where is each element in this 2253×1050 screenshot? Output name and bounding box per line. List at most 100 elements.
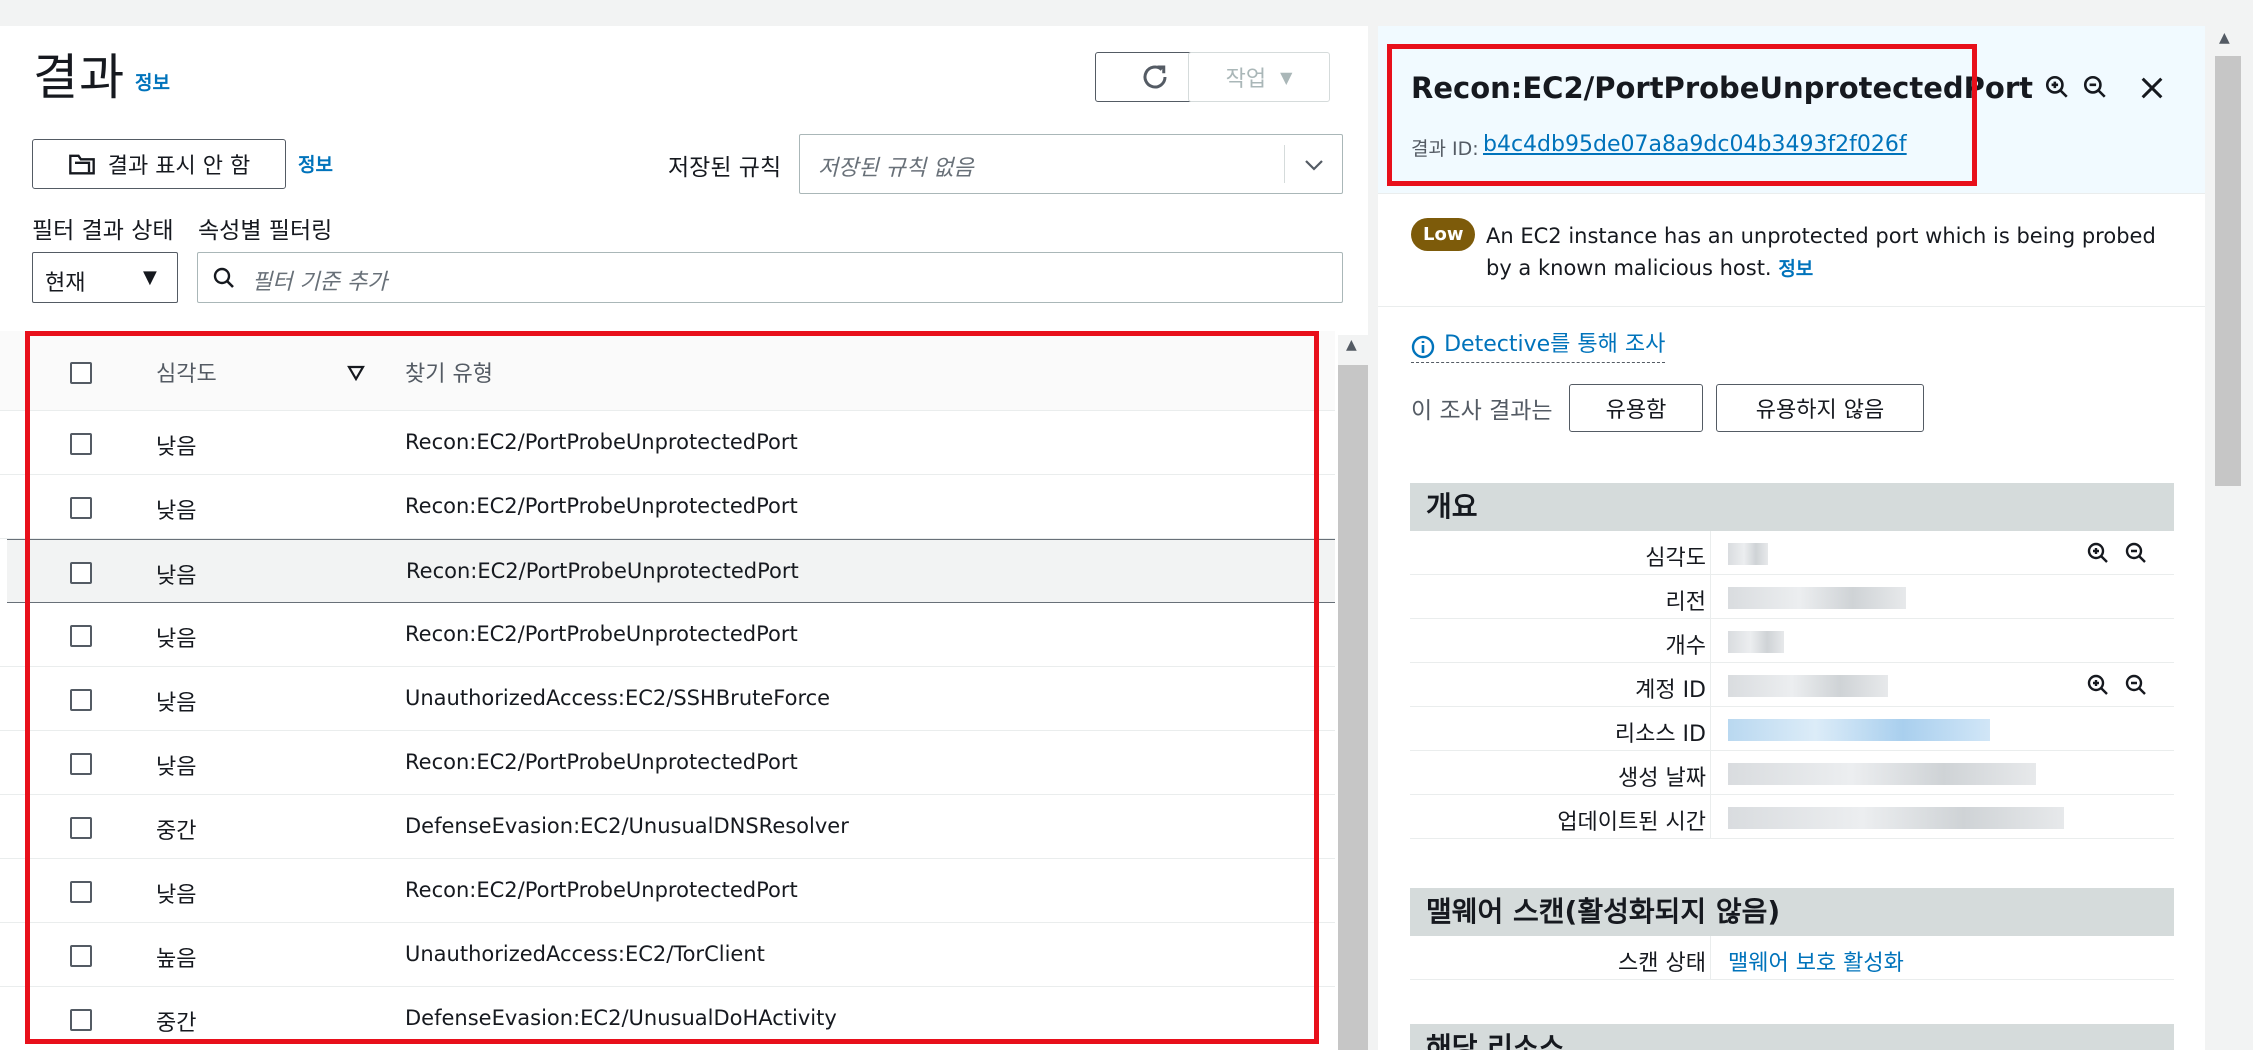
- sort-descending-icon[interactable]: [347, 365, 365, 381]
- field-separator: [1710, 531, 1711, 575]
- finding-type-cell: Recon:EC2/PortProbeUnprotectedPort: [406, 559, 799, 583]
- row-checkbox[interactable]: [70, 1009, 92, 1031]
- severity-cell: 낮음: [156, 691, 197, 716]
- row-checkbox[interactable]: [70, 562, 92, 584]
- table-row[interactable]: 낮음 Recon:EC2/PortProbeUnprotectedPort: [0, 603, 1335, 667]
- row-checkbox[interactable]: [70, 433, 92, 455]
- row-checkbox[interactable]: [70, 753, 92, 775]
- row-checkbox[interactable]: [70, 689, 92, 711]
- table-row[interactable]: 중간 DefenseEvasion:EC2/UnusualDNSResolver: [0, 795, 1335, 859]
- overview-row-updated: 업데이트된 시간: [1410, 795, 2174, 839]
- search-icon: [213, 267, 234, 288]
- row-checkbox[interactable]: [70, 881, 92, 903]
- scrollbar-thumb[interactable]: [1338, 365, 1368, 1050]
- title-info-link[interactable]: 정보: [135, 68, 170, 95]
- field-separator: [1710, 751, 1711, 795]
- scroll-up-icon[interactable]: ▲: [2219, 30, 2230, 46]
- findings-panel: 결과 정보 작업 ▼ 결과 표시 안 함 정보 저장된 규칙 저장된 규칙 없음…: [0, 26, 1368, 1050]
- severity-cell: 낮음: [156, 883, 197, 908]
- useful-label: 유용함: [1605, 398, 1667, 423]
- severity-cell: 중간: [156, 819, 197, 844]
- row-checkbox[interactable]: [70, 817, 92, 839]
- select-all-checkbox[interactable]: [70, 362, 92, 384]
- saved-rules-select[interactable]: 저장된 규칙 없음: [799, 134, 1343, 194]
- suppress-findings-button[interactable]: 결과 표시 안 함: [32, 139, 286, 189]
- redacted-value: [1728, 763, 2036, 785]
- overview-row-account: 계정 ID: [1410, 663, 2174, 707]
- overview-row-region: 리전: [1410, 575, 2174, 619]
- table-scrollbar[interactable]: ▲: [1338, 335, 1368, 1050]
- redacted-value: [1728, 675, 1888, 697]
- finding-type-cell: DefenseEvasion:EC2/UnusualDNSResolver: [405, 814, 849, 838]
- zoom-in-icon[interactable]: [2044, 74, 2070, 100]
- table-row[interactable]: 낮음 Recon:EC2/PortProbeUnprotectedPort: [0, 859, 1335, 923]
- table-row[interactable]: 중간 DefenseEvasion:EC2/UnusualDoHActivity: [0, 987, 1335, 1050]
- not-useful-button[interactable]: 유용하지 않음: [1716, 384, 1924, 432]
- suppress-info-link[interactable]: 정보: [298, 150, 333, 177]
- saved-rules-label: 저장된 규칙: [668, 155, 782, 181]
- row-checkbox[interactable]: [70, 945, 92, 967]
- enable-malware-protection-link[interactable]: 맬웨어 보호 활성화: [1728, 945, 1904, 977]
- scroll-up-icon[interactable]: ▲: [1346, 337, 1357, 353]
- detective-link-label: Detective를 통해 조사: [1444, 332, 1666, 357]
- caret-down-icon: ▼: [1280, 67, 1293, 87]
- field-key: 업데이트된 시간: [1557, 810, 1706, 835]
- field-key: 심각도: [1645, 546, 1706, 571]
- table-row[interactable]: 낮음 Recon:EC2/PortProbeUnprotectedPort: [0, 411, 1335, 475]
- filter-status-label: 필터 결과 상태: [32, 218, 174, 244]
- zoom-in-icon[interactable]: [2086, 673, 2110, 697]
- finding-type-cell: Recon:EC2/PortProbeUnprotectedPort: [405, 494, 798, 518]
- actions-dropdown[interactable]: 작업 ▼: [1188, 52, 1330, 102]
- field-key: 리소스 ID: [1614, 722, 1706, 747]
- finding-type-cell: UnauthorizedAccess:EC2/SSHBruteForce: [405, 686, 831, 710]
- severity-cell: 중간: [156, 1011, 197, 1036]
- detective-investigate-link[interactable]: Detective를 통해 조사: [1411, 326, 1666, 363]
- field-key: 생성 날짜: [1618, 766, 1706, 791]
- row-checkbox[interactable]: [70, 497, 92, 519]
- severity-cell: 낮음: [156, 435, 197, 460]
- table-row-selected[interactable]: 낮음 Recon:EC2/PortProbeUnprotectedPort: [7, 539, 1335, 603]
- zoom-out-icon[interactable]: [2082, 74, 2108, 100]
- description-info-link[interactable]: 정보: [1778, 258, 1813, 280]
- field-separator: [1710, 707, 1711, 751]
- attribute-filter-placeholder: 필터 기준 추가: [252, 270, 388, 295]
- overview-row-resource: 리소스 ID: [1410, 707, 2174, 751]
- field-separator: [1710, 663, 1711, 707]
- table-row[interactable]: 높음 UnauthorizedAccess:EC2/TorClient: [0, 923, 1335, 987]
- finding-type-cell: Recon:EC2/PortProbeUnprotectedPort: [405, 622, 798, 646]
- redacted-value: [1728, 631, 1784, 653]
- severity-cell: 낮음: [156, 499, 197, 524]
- type-column-header[interactable]: 찾기 유형: [405, 356, 493, 388]
- attribute-filter-input[interactable]: 필터 기준 추가: [197, 252, 1343, 303]
- detail-scrollbar[interactable]: ▲: [2205, 26, 2253, 1050]
- redacted-resource-link[interactable]: [1728, 719, 1990, 741]
- table-row[interactable]: 낮음 UnauthorizedAccess:EC2/SSHBruteForce: [0, 667, 1335, 731]
- finding-type-cell: DefenseEvasion:EC2/UnusualDoHActivity: [405, 1006, 837, 1030]
- row-checkbox[interactable]: [70, 625, 92, 647]
- overview-row-count: 개수: [1410, 619, 2174, 663]
- field-key: 계정 ID: [1635, 678, 1706, 703]
- finding-detail-panel: Recon:EC2/PortProbeUnprotectedPort 결과 ID…: [1378, 26, 2205, 1050]
- table-row[interactable]: 낮음 Recon:EC2/PortProbeUnprotectedPort: [0, 475, 1335, 539]
- table-row[interactable]: 낮음 Recon:EC2/PortProbeUnprotectedPort: [0, 731, 1335, 795]
- filter-status-select[interactable]: 현재 ▼: [32, 252, 178, 303]
- close-icon[interactable]: [2138, 74, 2166, 102]
- info-circle-icon: [1411, 335, 1435, 358]
- overview-heading: 개요: [1410, 483, 2174, 531]
- table-header: 심각도 찾기 유형: [0, 331, 1335, 411]
- scrollbar-thumb[interactable]: [2215, 56, 2241, 486]
- detail-header: Recon:EC2/PortProbeUnprotectedPort 결과 ID…: [1378, 26, 2205, 194]
- zoom-out-icon[interactable]: [2124, 673, 2148, 697]
- severity-cell: 높음: [156, 947, 197, 972]
- severity-column-header[interactable]: 심각도: [156, 356, 217, 388]
- malware-scan-heading: 맬웨어 스캔(활성화되지 않음): [1410, 888, 2174, 936]
- severity-cell: 낮음: [156, 627, 197, 652]
- field-separator: [1710, 936, 1711, 980]
- zoom-out-icon[interactable]: [2124, 541, 2148, 565]
- useful-button[interactable]: 유용함: [1569, 384, 1703, 432]
- select-divider: [1284, 145, 1285, 183]
- saved-rules-placeholder: 저장된 규칙 없음: [818, 156, 974, 181]
- severity-cell: 낮음: [156, 564, 197, 589]
- zoom-in-icon[interactable]: [2086, 541, 2110, 565]
- actions-label: 작업: [1225, 67, 1267, 92]
